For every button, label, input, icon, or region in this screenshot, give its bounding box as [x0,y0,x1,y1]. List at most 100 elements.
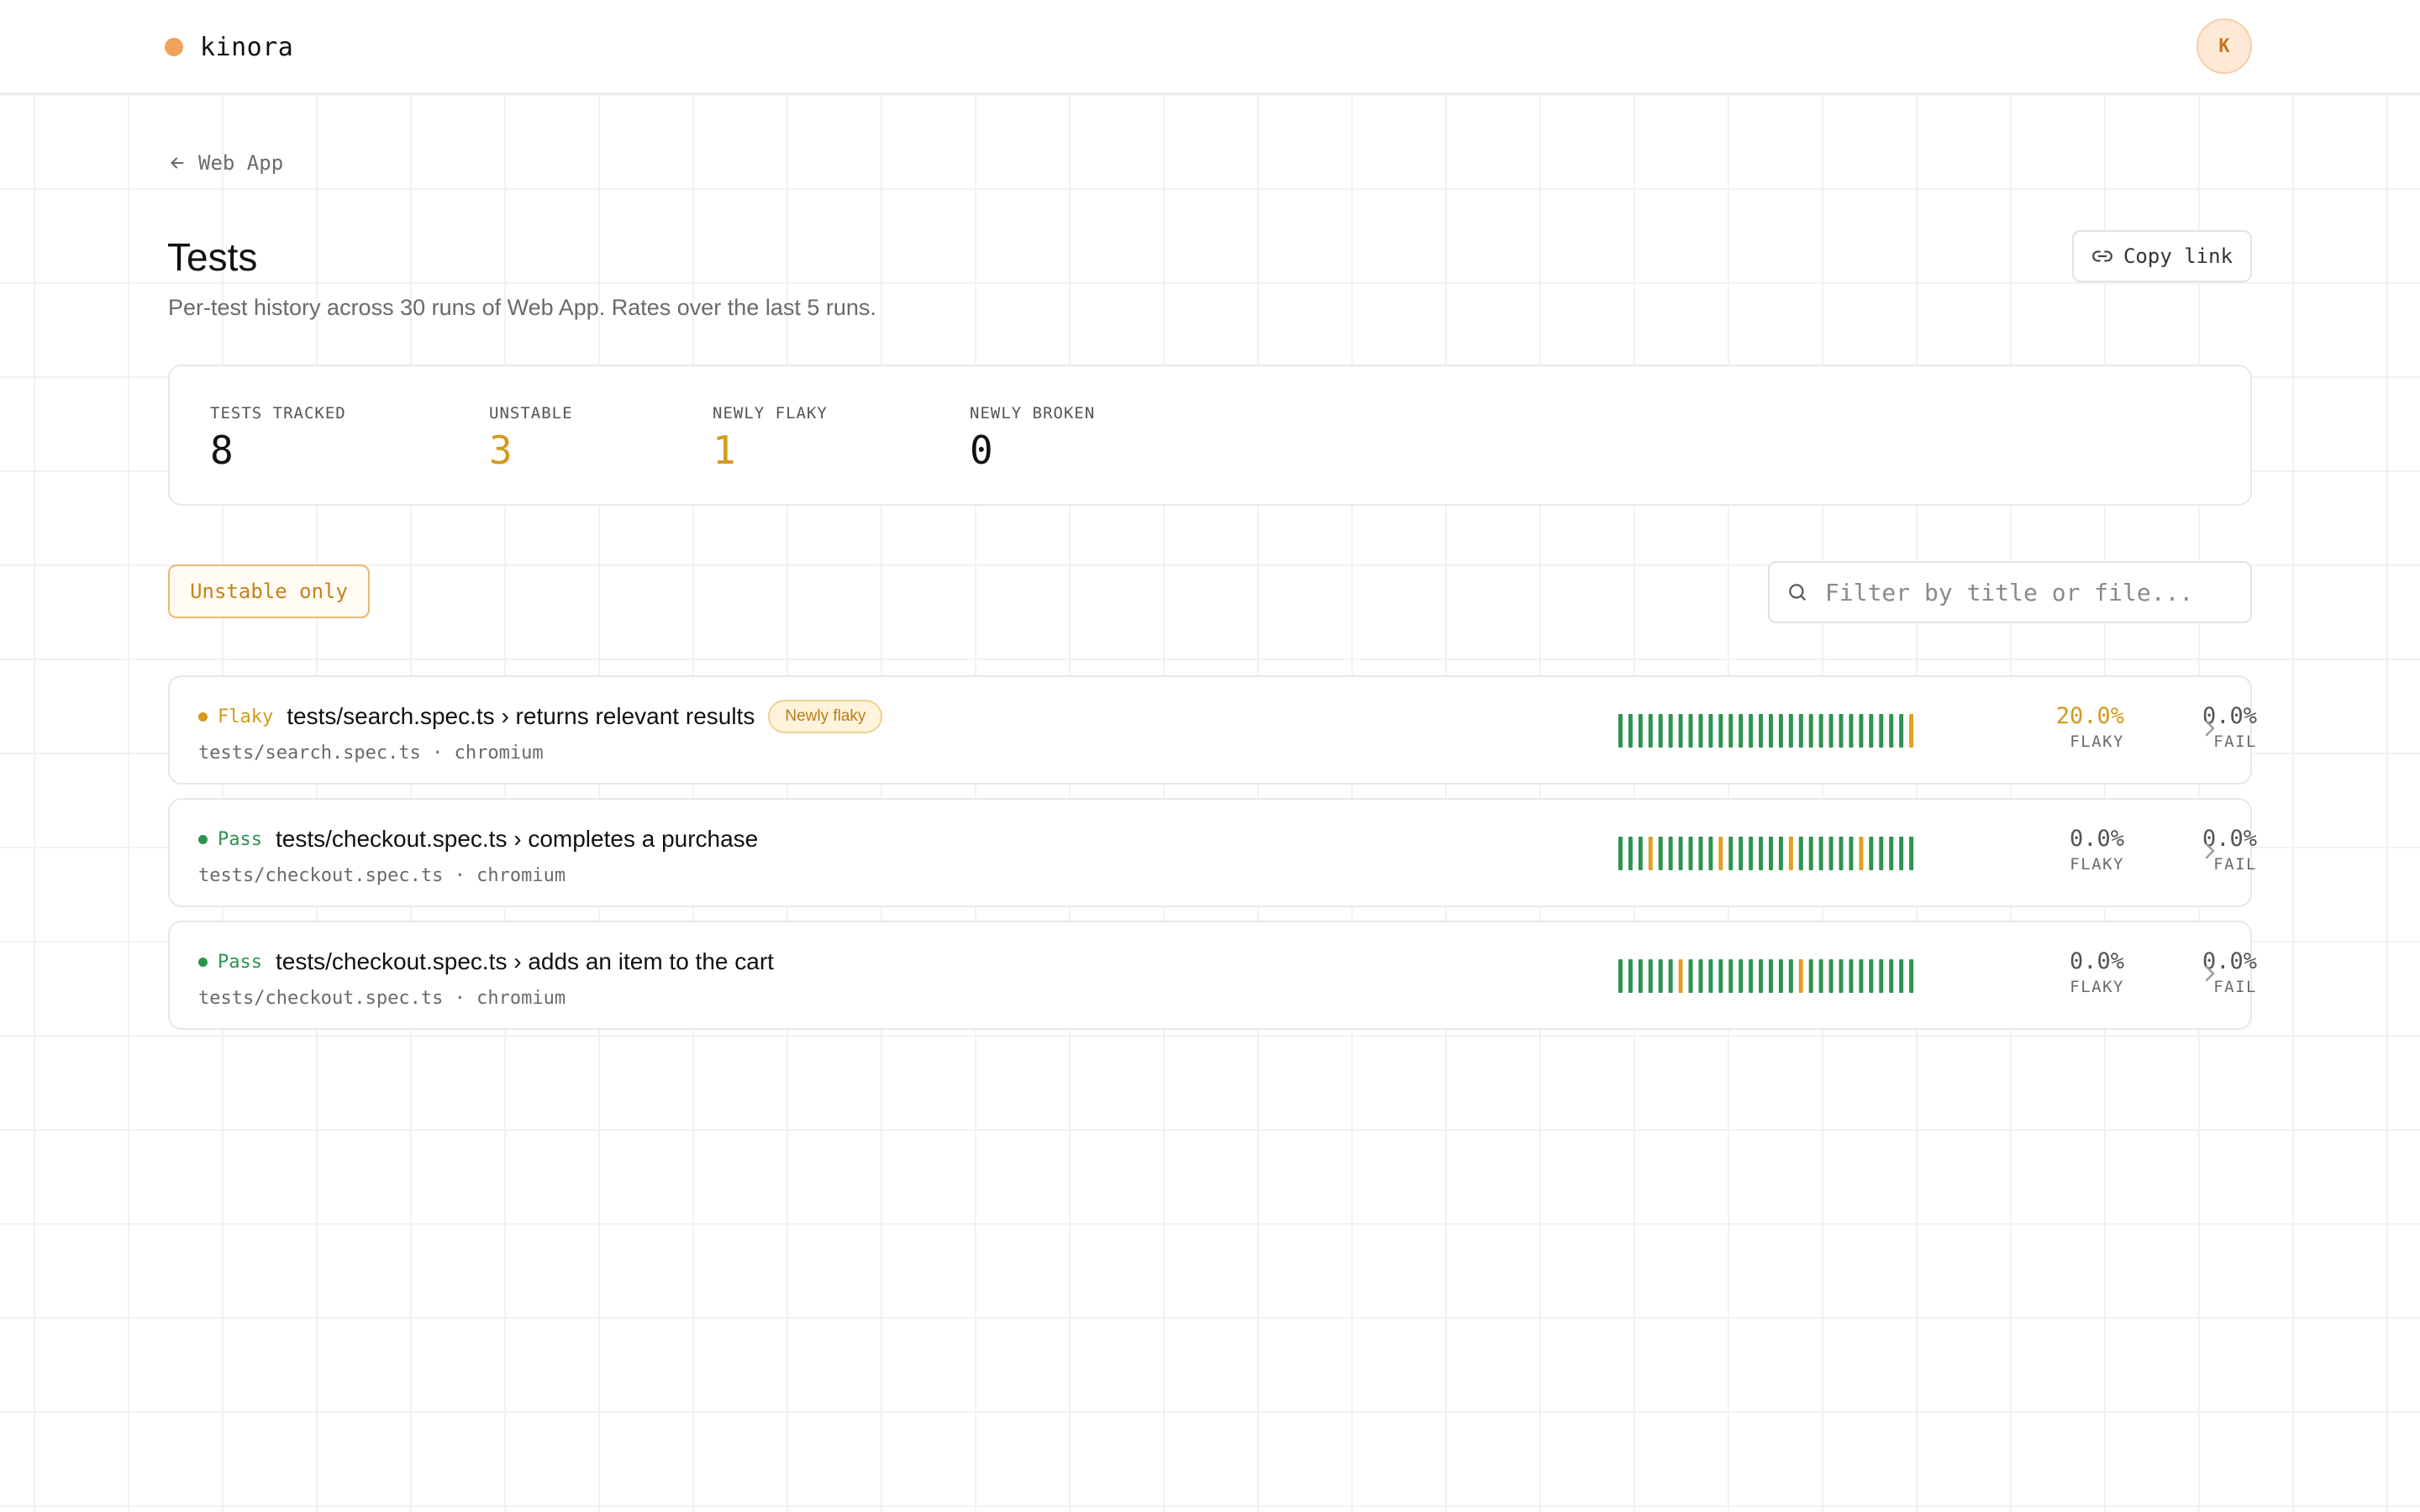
stat-value: 8 [210,428,234,473]
run-history-bar-pass [1808,837,1813,870]
run-history-bar-pass [1728,837,1733,870]
newly-flaky-badge: Newly flaky [768,700,883,733]
run-history-bar-pass [1718,714,1723,748]
run-history-bar-pass [1818,959,1823,993]
test-file-browser: tests/search.spec.ts · chromium [198,743,544,764]
run-history-bar-pass [1759,714,1764,748]
test-title: tests/checkout.spec.ts › completes a pur… [275,826,759,852]
test-row[interactable]: Flaky tests/search.spec.ts › returns rel… [168,675,2257,785]
run-history-bar-pass [1678,837,1683,870]
status-dot [198,834,208,844]
run-history-bar-pass [1749,959,1754,993]
run-history-bar-pass [1899,959,1904,993]
test-file-browser: tests/checkout.spec.ts · chromium [198,988,566,1009]
run-history-bar-pass [1818,714,1823,748]
run-history-bar-pass [1648,959,1653,993]
run-history-bar-pass [1698,714,1703,748]
run-history-bar-flaky [1648,837,1653,870]
stat-value: 1 [713,428,736,473]
run-history-bar-pass [1618,959,1623,993]
run-history-bar-pass [1759,837,1764,870]
stat-label: NEWLY BROKEN [970,404,1096,423]
run-history-bar-pass [1638,714,1643,748]
stat-value: 3 [489,428,513,473]
run-history-bar-pass [1778,837,1783,870]
top-bar: kinora K [0,0,2420,94]
test-row-header: Flaky tests/search.spec.ts › returns rel… [198,699,883,734]
copy-link-label: Copy link [2123,244,2233,268]
run-history-bar-pass [1909,837,1914,870]
run-history-sparkline [1618,959,1914,993]
page-subtitle: Per-test history across 30 runs of Web A… [168,295,876,320]
run-history-bar-pass [1628,714,1633,748]
test-row[interactable]: Pass tests/checkout.spec.ts › completes … [168,798,2257,907]
search-input[interactable] [1823,577,2230,607]
run-history-bar-pass [1839,837,1844,870]
run-history-bar-pass [1849,714,1854,748]
run-history-bar-pass [1869,959,1874,993]
test-row-header: Pass tests/checkout.spec.ts › adds an it… [198,944,774,979]
stat-unstable: UNSTABLE 3 [489,403,573,474]
status-label: Flaky [218,706,274,727]
run-history-bar-pass [1889,959,1894,993]
run-history-bar-pass [1708,837,1713,870]
run-history-bar-pass [1739,959,1744,993]
run-history-bar-pass [1798,714,1803,748]
run-history-bar-pass [1818,837,1823,870]
run-history-bar-pass [1749,714,1754,748]
run-history-bar-pass [1668,837,1673,870]
run-history-bar-pass [1628,959,1633,993]
run-history-bar-pass [1728,959,1733,993]
run-history-bar-pass [1788,959,1793,993]
test-row-header: Pass tests/checkout.spec.ts › completes … [198,822,758,857]
brand[interactable]: kinora [165,27,293,67]
flaky-rate-value: 0.0% [2069,826,2124,852]
brand-name: kinora [200,32,294,62]
run-history-bar-pass [1618,714,1623,748]
run-history-bar-pass [1808,959,1813,993]
run-history-bar-flaky [1788,837,1793,870]
search-box[interactable] [1768,561,2252,623]
run-history-bar-pass [1808,714,1813,748]
unstable-only-toggle[interactable]: Unstable only [168,564,370,618]
status-dot [198,711,208,722]
user-avatar[interactable]: K [2196,18,2252,74]
run-history-bar-pass [1668,959,1673,993]
run-history-bar-pass [1739,714,1744,748]
flaky-rate-label: FLAKY [2070,855,2124,874]
run-history-bar-pass [1879,714,1884,748]
run-history-bar-pass [1728,714,1733,748]
run-history-bar-pass [1759,959,1764,993]
flaky-rate: 0.0% FLAKY [2023,948,2124,998]
run-history-bar-pass [1668,714,1673,748]
flaky-rate-label: FLAKY [2070,978,2124,996]
flaky-rate: 0.0% FLAKY [2023,825,2124,875]
back-link[interactable]: Web App [168,148,283,178]
run-history-bar-pass [1798,837,1803,870]
run-history-bar-pass [1839,959,1844,993]
stat-label: TESTS TRACKED [210,404,346,423]
flaky-rate: 20.0% FLAKY [2023,702,2124,753]
run-history-bar-pass [1638,959,1643,993]
run-history-bar-pass [1849,837,1854,870]
run-history-bar-pass [1899,837,1904,870]
run-history-bar-pass [1718,959,1723,993]
link-icon [2092,250,2112,262]
run-history-bar-pass [1769,837,1773,870]
status-label: Pass [218,951,262,973]
stat-tests-tracked: TESTS TRACKED 8 [210,403,346,474]
run-history-bar-pass [1628,837,1633,870]
flaky-rate-label: FLAKY [2070,732,2124,751]
stat-label: NEWLY FLAKY [713,404,828,423]
run-history-bar-flaky [1718,837,1723,870]
page-title: Tests [167,235,258,279]
run-history-bar-pass [1688,837,1693,870]
test-row[interactable]: Pass tests/checkout.spec.ts › adds an it… [168,921,2257,1030]
run-history-bar-pass [1778,714,1783,748]
run-history-bar-pass [1658,714,1663,748]
run-history-bar-pass [1688,959,1693,993]
run-history-sparkline [1618,714,1914,748]
copy-link-button[interactable]: Copy link [2072,230,2252,282]
run-history-bar-pass [1698,959,1703,993]
run-history-bar-pass [1879,959,1884,993]
